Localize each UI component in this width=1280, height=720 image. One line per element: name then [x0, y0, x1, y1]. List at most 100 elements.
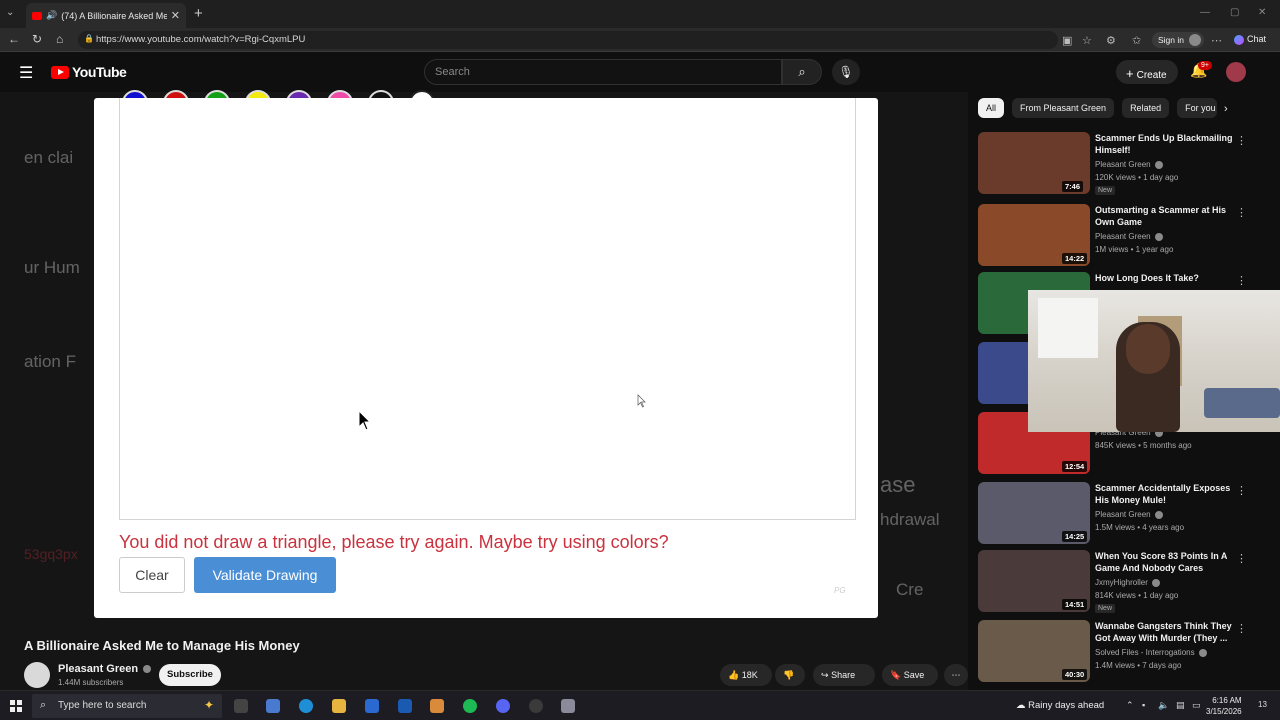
validate-drawing-button[interactable]: Validate Drawing [194, 557, 336, 593]
home-icon[interactable]: ⌂ [56, 32, 63, 46]
error-message: You did not draw a triangle, please try … [119, 532, 669, 552]
copilot-chat-button[interactable]: Chat [1234, 34, 1266, 45]
search-button[interactable]: ⌕ [782, 59, 822, 85]
channel-name-text: Pleasant Green [58, 663, 139, 675]
youtube-logo[interactable]: YouTube [51, 64, 127, 80]
create-button[interactable]: + Create [1116, 60, 1178, 84]
obs-icon[interactable] [529, 699, 543, 713]
spotify-icon[interactable] [463, 699, 477, 713]
search-input[interactable]: Search [424, 59, 782, 85]
chip-from-pleasant-green[interactable]: From Pleasant Green [1012, 98, 1115, 118]
chevron-right-icon[interactable]: › [1224, 103, 1228, 115]
signin-button[interactable]: Sign in [1152, 32, 1204, 48]
chip-related[interactable]: Related [1122, 98, 1170, 118]
file-explorer-icon[interactable] [332, 699, 346, 713]
copilot-taskbar-icon[interactable] [266, 699, 280, 713]
close-window-icon[interactable]: ✕ [1258, 7, 1266, 18]
app-icon[interactable] [561, 699, 575, 713]
voice-search-button[interactable]: 🎙 [832, 59, 860, 85]
recommendation-channel[interactable]: Pleasant Green [1095, 232, 1163, 241]
account-avatar[interactable] [1226, 62, 1246, 82]
more-vertical-icon[interactable]: ⋮ [1236, 484, 1247, 497]
more-vertical-icon[interactable]: ⋮ [1236, 206, 1247, 219]
network-icon[interactable]: ▤ [1176, 700, 1185, 711]
task-view-icon[interactable] [234, 699, 248, 713]
recommendation-meta: 814K views • 1 day ago [1095, 591, 1179, 600]
save-button[interactable]: 🔖 Save [882, 664, 938, 686]
recommendation-item[interactable]: 7:46 Scammer Ends Up Blackmailing Himself… [978, 132, 1268, 196]
share-button[interactable]: ↪ Share [813, 664, 875, 686]
signin-label: Sign in [1158, 35, 1184, 45]
tab-list-icon[interactable]: ⌄ [6, 7, 14, 18]
more-vertical-icon[interactable]: ⋮ [1236, 622, 1247, 635]
more-actions-button[interactable]: ⋯ [944, 664, 968, 686]
channel-avatar[interactable] [24, 662, 50, 688]
taskbar-clock[interactable]: 6:16 AM 3/15/2026 [1206, 695, 1242, 717]
bg-text-fragment: ase [880, 472, 916, 497]
more-horizontal-icon: ⋯ [951, 670, 961, 680]
chip-for-you[interactable]: For you [1177, 98, 1218, 118]
clear-button[interactable]: Clear [119, 557, 185, 593]
url-bar[interactable]: 🔒 https://www.youtube.com/watch?v=Rgi-Cq… [78, 31, 1058, 49]
new-tab-icon[interactable]: + [194, 5, 203, 22]
more-options-icon[interactable]: ⋯ [1211, 34, 1222, 47]
favorite-star-icon[interactable]: ☆ [1082, 34, 1092, 47]
youtube-header: ☰ YouTube Search ⌕ 🎙 + Create 🔔 9+ [0, 52, 1280, 92]
tray-app-icon[interactable]: ▪ [1142, 700, 1145, 710]
recommendation-title[interactable]: Scammer Ends Up Blackmailing Himself! [1095, 132, 1235, 156]
recommendation-item[interactable]: 40:30 Wannabe Gangsters Think They Got Aw… [978, 620, 1268, 684]
drawing-canvas[interactable] [119, 98, 856, 520]
hamburger-menu-icon[interactable]: ☰ [19, 63, 33, 83]
recommendation-item[interactable]: 14:25 Scammer Accidentally Exposes His Mo… [978, 482, 1268, 546]
discord-icon[interactable] [496, 699, 510, 713]
minimize-icon[interactable]: — [1200, 7, 1210, 18]
chip-all[interactable]: All [978, 98, 1005, 118]
recommendation-channel[interactable]: Pleasant Green [1095, 510, 1163, 519]
edge-taskbar-icon[interactable] [299, 699, 313, 713]
recommendation-title[interactable]: How Long Does It Take? [1095, 272, 1235, 284]
recommendation-title[interactable]: Outsmarting a Scammer at His Own Game [1095, 204, 1235, 228]
recommendation-channel-text: Solved Files - Interrogations [1095, 648, 1195, 657]
mail-icon[interactable] [398, 699, 412, 713]
channel-name[interactable]: Pleasant Green [58, 663, 152, 675]
more-vertical-icon[interactable]: ⋮ [1236, 274, 1247, 287]
close-tab-icon[interactable]: ✕ [171, 9, 180, 22]
store-icon[interactable] [365, 699, 379, 713]
recommendation-channel[interactable]: JxmyHighroller [1095, 578, 1161, 587]
favorites-icon[interactable]: ✩ [1132, 34, 1141, 47]
verified-icon [1154, 510, 1163, 519]
volume-icon[interactable]: 🔈 [1158, 700, 1169, 711]
reader-icon[interactable]: ▣ [1062, 34, 1072, 47]
recommendation-item[interactable]: 14:22 Outsmarting a Scammer at His Own Ga… [978, 204, 1268, 268]
extensions-icon[interactable]: ⚙ [1106, 34, 1116, 47]
more-vertical-icon[interactable]: ⋮ [1236, 552, 1247, 565]
recommendation-meta: 1M views • 1 year ago [1095, 245, 1174, 254]
recommendation-title[interactable]: Wannabe Gangsters Think They Got Away Wi… [1095, 620, 1235, 644]
clock-date: 3/15/2026 [1206, 707, 1242, 716]
recommendation-channel[interactable]: Solved Files - Interrogations [1095, 648, 1207, 657]
recommendation-item[interactable]: 14:51 When You Score 83 Points In A Game … [978, 550, 1268, 614]
new-badge: New [1095, 604, 1116, 613]
taskbar-search-input[interactable]: ⌕ Type here to search ✦ [32, 694, 222, 718]
back-icon[interactable]: ← [8, 32, 20, 46]
more-vertical-icon[interactable]: ⋮ [1236, 134, 1247, 147]
browser-tab[interactable]: 🔊 (74) A Billionaire Asked Me to ✕ [26, 3, 186, 28]
recommendation-channel[interactable]: Pleasant Green [1095, 160, 1163, 169]
like-button[interactable]: 👍 18K [720, 664, 772, 686]
recommendation-title[interactable]: Scammer Accidentally Exposes His Money M… [1095, 482, 1235, 506]
screen: ⌄ 🔊 (74) A Billionaire Asked Me to ✕ + —… [0, 0, 1280, 720]
speaker-icon[interactable]: 🔊 [46, 10, 57, 21]
notification-center-icon[interactable]: 13 [1258, 700, 1267, 709]
notepad-icon[interactable] [430, 699, 444, 713]
weather-widget[interactable]: ☁ Rainy days ahead [1016, 700, 1104, 711]
subscribe-button[interactable]: Subscribe [159, 664, 221, 686]
maximize-icon[interactable]: ▢ [1230, 7, 1239, 18]
windows-start-icon[interactable] [10, 700, 22, 712]
battery-icon[interactable]: ▭ [1192, 700, 1201, 711]
refresh-icon[interactable]: ↻ [32, 32, 42, 46]
drawing-challenge-card: You did not draw a triangle, please try … [94, 90, 878, 618]
dislike-button[interactable]: 👎 [775, 664, 805, 686]
tray-chevron-icon[interactable]: ⌃ [1126, 700, 1134, 711]
recommendation-title[interactable]: When You Score 83 Points In A Game And N… [1095, 550, 1235, 574]
verified-icon [1152, 578, 1161, 587]
